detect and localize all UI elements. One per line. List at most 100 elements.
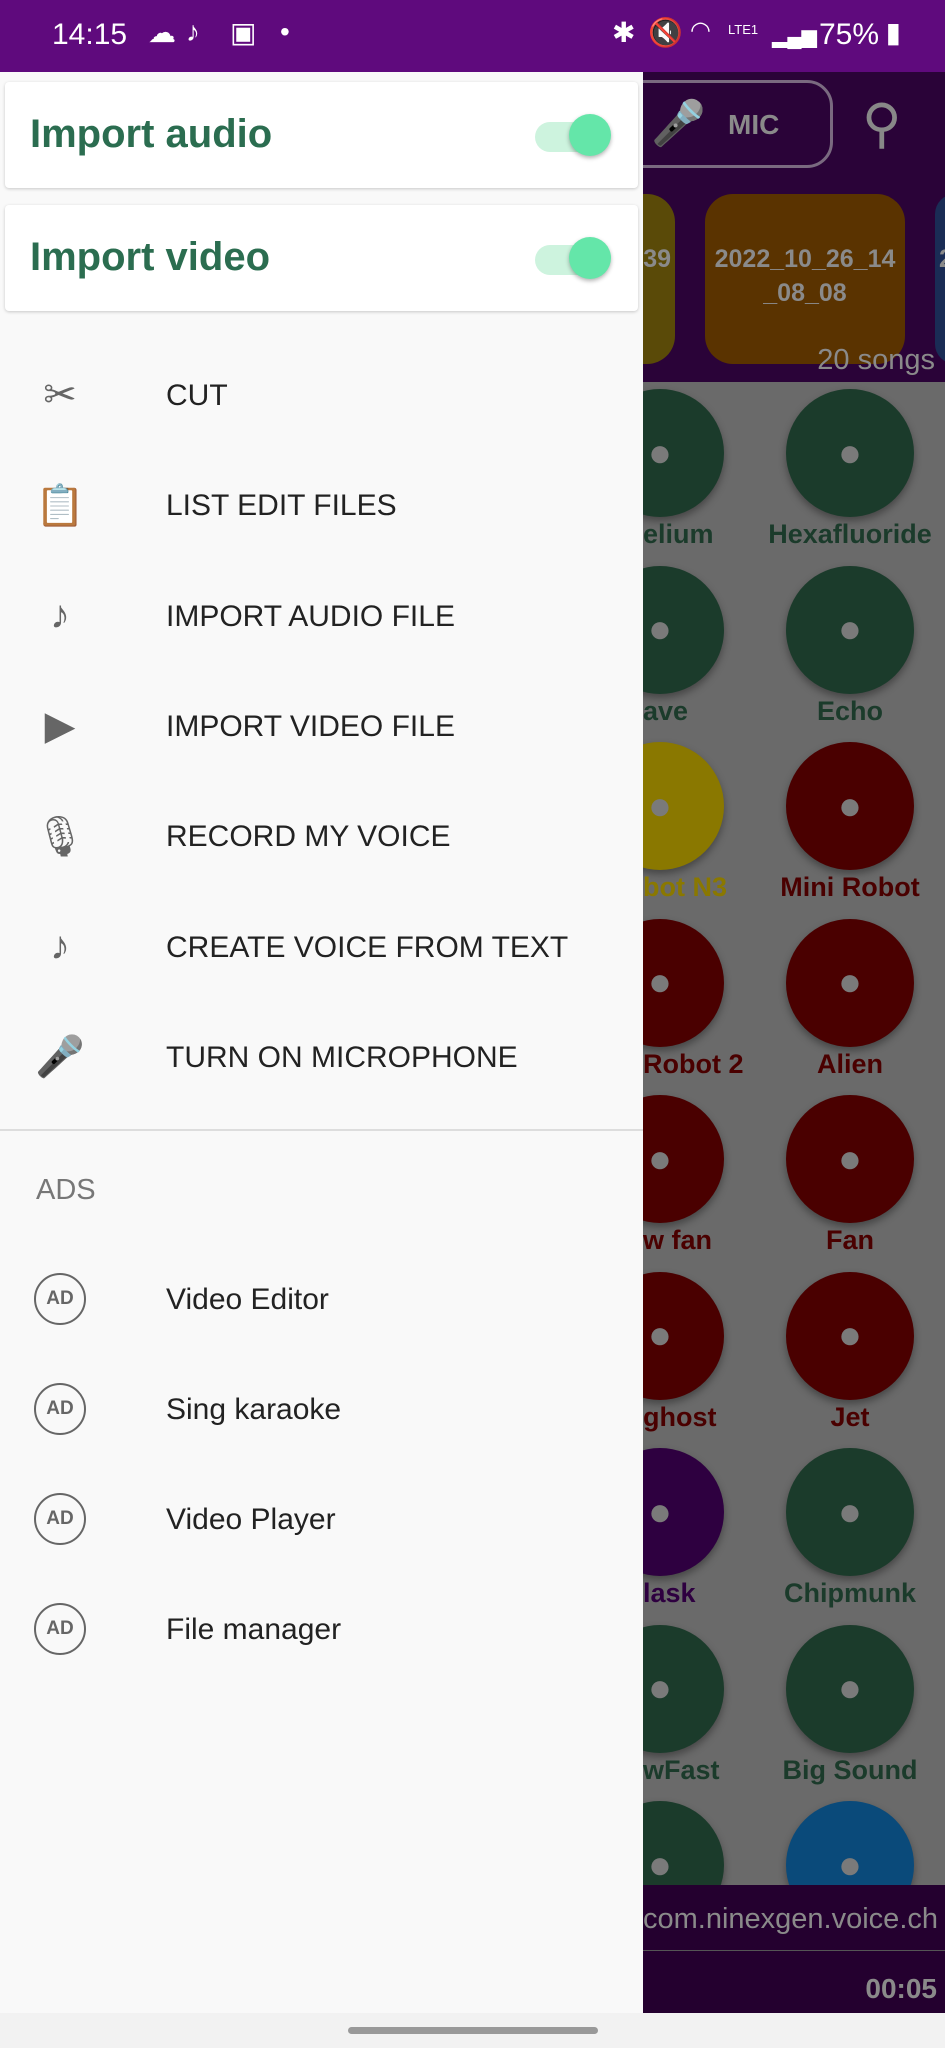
battery-level: 75% (818, 18, 879, 51)
menu-item-list-edit-files[interactable]: 📋 LIST EDIT FILES (0, 455, 643, 555)
microphone-icon: 🎤 (651, 99, 706, 148)
home-handle[interactable] (348, 2027, 598, 2034)
ad-item-label: Video Editor (166, 1283, 329, 1316)
ads-header: ADS (36, 1174, 96, 1206)
cave-icon: ● (647, 607, 673, 651)
menu-item-import-audio-file[interactable]: ♪ IMPORT AUDIO FILE (0, 566, 643, 666)
echo-icon: ● (837, 607, 863, 651)
ad-icon: AD (30, 1601, 90, 1657)
balloon-icon: ● (647, 430, 673, 475)
chipmunk-icon: ● (837, 1489, 863, 1534)
menu-item-label: CUT (166, 379, 228, 412)
ad-item-label: Video Player (166, 1503, 336, 1536)
menu-item-record-my-voice[interactable]: 🎙 RECORD MY VOICE (0, 786, 643, 886)
status-bar: 14:15 ☁ ♪ ▣ • ✱ 🔇 ◠ LTE1 ▂▄▆ 75% ▮ (0, 0, 945, 72)
chipmunk-effect-button[interactable]: ● (786, 1448, 914, 1576)
import-video-label: Import video (30, 235, 271, 279)
menu-item-import-video-file[interactable]: ▶ IMPORT VIDEO FILE (0, 676, 643, 776)
ad-item-label: Sing karaoke (166, 1393, 342, 1426)
navigation-drawer: Import audio Import video ✂ CUT 📋 LIST EDIT… (0, 72, 643, 2013)
effect-label: Chipmunk (784, 1578, 916, 1608)
navigation-bar (0, 2013, 945, 2048)
effect-label: Fan (825, 1225, 874, 1255)
ad-item-sing-karaoke[interactable]: AD Sing karaoke (0, 1359, 643, 1459)
menu-item-create-voice-from-text[interactable]: ♪ CREATE VOICE FROM TEXT (0, 897, 643, 997)
network-label: LTE1 (728, 22, 759, 37)
equalizer-icon: ● (837, 1842, 863, 1887)
signal-icon: ▂▄▆ (772, 26, 817, 48)
menu-item-label: TURN ON MICROPHONE (166, 1040, 518, 1074)
ghost-icon: ● (647, 1313, 673, 1357)
flower-effect-button[interactable]: ● (786, 1095, 914, 1223)
effect-label: Mini Robot (780, 872, 920, 902)
effect-label: Big Sound (782, 1754, 918, 1785)
effect-label: Echo (816, 695, 883, 726)
progress-track[interactable] (643, 1950, 945, 1951)
effect-label: Alien (816, 1048, 883, 1079)
bomb-icon: ● (837, 430, 863, 475)
divider (0, 1129, 643, 1131)
scissors-icon: ✂ (43, 373, 77, 417)
echo-effect-button[interactable]: ● (786, 565, 914, 694)
import-audio-toggle[interactable] (535, 114, 611, 156)
ad-item-label: File manager (166, 1613, 342, 1646)
android-effect-button[interactable]: ● (786, 742, 914, 870)
robot-icon: ● (647, 960, 673, 1004)
ad-item-video-editor[interactable]: AD Video Editor (0, 1249, 643, 1349)
jet-icon: ● (837, 1313, 863, 1357)
mic-label: MIC (728, 109, 780, 140)
fan-icon: ● (647, 1136, 673, 1181)
search-icon[interactable]: ⚲ (862, 92, 902, 155)
ad-item-video-player[interactable]: AD Video Player (0, 1469, 643, 1569)
import-audio-label: Import audio (30, 112, 273, 156)
ad-icon: AD (30, 1491, 90, 1547)
mic-handheld-icon: 🎤 (35, 1035, 85, 1080)
player-bar[interactable]: com.ninexgen.voice.ch 00:05 (643, 1885, 945, 2013)
image-icon: ▣ (230, 17, 257, 48)
effect-label: Hexafluoride (768, 519, 932, 549)
speaker-effect-button[interactable]: ● (786, 1624, 914, 1753)
ad-icon: AD (30, 1271, 90, 1327)
song-tile[interactable]: 2022_10_26_14_08_08 (705, 194, 905, 364)
music-circle-icon: ♪ (50, 924, 70, 968)
bluetooth-icon: ✱ (612, 17, 636, 48)
horn-icon: ● (647, 1842, 673, 1887)
menu-item-label: CREATE VOICE FROM TEXT (166, 930, 569, 964)
menu-item-label: IMPORT VIDEO FILE (166, 709, 455, 743)
menu-item-label: IMPORT AUDIO FILE (166, 599, 455, 633)
wifi-icon: ◠ (690, 17, 711, 44)
ad-item-file-manager[interactable]: AD File manager (0, 1579, 643, 1679)
android-icon: ● (837, 783, 863, 828)
alien-icon: ● (837, 960, 863, 1004)
dot-icon: • (280, 16, 290, 47)
alien-effect-button[interactable]: ● (786, 918, 914, 1047)
music-note-icon: ♪ (50, 593, 70, 638)
song-tile[interactable]: 2 (935, 194, 945, 364)
play-icon: ▶ (44, 703, 76, 748)
menu-item-turn-on-microphone[interactable]: 🎤 TURN ON MICROPHONE (0, 1007, 643, 1107)
mask-icon: ● (647, 1489, 673, 1534)
clipboard-icon: 📋 (35, 483, 85, 528)
clock: 14:15 (52, 18, 128, 51)
ad-icon: AD (30, 1381, 90, 1437)
music-note-icon: ♪ (186, 16, 200, 47)
microphone-icon: 🎙 (34, 814, 86, 859)
player-title: com.ninexgen.voice.ch (643, 1903, 938, 1935)
import-video-toggle[interactable] (535, 237, 611, 279)
menu-item-cut[interactable]: ✂ CUT (0, 345, 643, 445)
mute-icon: 🔇 (648, 17, 683, 48)
bomb-effect-button[interactable]: ● (786, 389, 914, 517)
robot-icon: ● (647, 783, 673, 828)
import-audio-card[interactable]: Import audio (5, 82, 638, 188)
effect-label: Jet (830, 1401, 870, 1432)
fast-forward-icon: ● (647, 1666, 673, 1710)
cloud-icon: ☁ (148, 17, 176, 48)
speaker-icon: ● (837, 1666, 863, 1710)
import-video-card[interactable]: Import video (5, 205, 638, 311)
songs-count: 20 songs (817, 344, 935, 376)
flower-icon: ● (837, 1136, 863, 1181)
battery-icon: ▮ (885, 17, 901, 48)
menu-item-label: RECORD MY VOICE (166, 820, 451, 854)
menu-item-label: LIST EDIT FILES (166, 489, 397, 523)
jet-effect-button[interactable]: ● (786, 1271, 914, 1400)
